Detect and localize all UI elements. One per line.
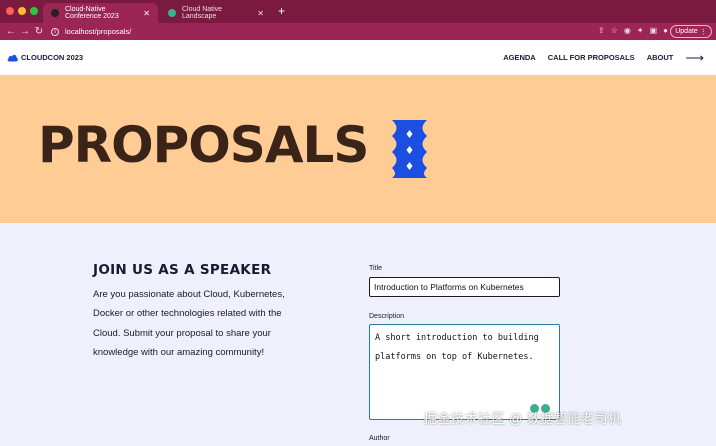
update-label: Update xyxy=(675,28,698,35)
cloud-icon xyxy=(7,54,18,61)
back-arrow-icon[interactable]: ← xyxy=(4,26,18,37)
description-label: Description xyxy=(369,313,405,320)
browser-tab-bar: Cloud-Native Conference 2023 ✕ Cloud Nat… xyxy=(0,0,716,23)
update-button[interactable]: Update ⋮ xyxy=(670,25,712,38)
maximize-window-button[interactable] xyxy=(30,7,38,15)
close-tab-icon[interactable]: ✕ xyxy=(143,9,150,18)
author-label: Author xyxy=(369,435,390,442)
main-nav: AGENDA CALL FOR PROPOSALS ABOUT ⟶ xyxy=(503,50,704,66)
url-text: localhost/proposals/ xyxy=(65,27,132,36)
speaker-section: JOIN US AS A SPEAKER Are you passionate … xyxy=(93,262,308,362)
speaker-description: Are you passionate about Cloud, Kubernet… xyxy=(93,289,285,358)
bookmark-star-icon[interactable]: ☆ xyxy=(611,26,618,35)
page-title: PROPOSALS xyxy=(38,116,369,174)
nav-about[interactable]: ABOUT xyxy=(647,53,674,62)
puzzle-icon[interactable]: ✦ xyxy=(637,26,644,35)
close-window-button[interactable] xyxy=(6,7,14,15)
nav-call-for-proposals[interactable]: CALL FOR PROPOSALS xyxy=(548,53,635,62)
title-label: Title xyxy=(369,265,382,272)
share-icon[interactable]: ⇪ xyxy=(598,26,605,35)
emblem-icon xyxy=(392,120,427,178)
site-info-icon[interactable]: i xyxy=(51,27,59,36)
browser-toolbar: ← → ↻ i localhost/proposals/ ⇪ ☆ ◉ ✦ ▣ ●… xyxy=(0,23,716,40)
tab-cloud-native-landscape[interactable]: Cloud Native Landscape ✕ xyxy=(160,3,272,23)
address-bar[interactable]: i localhost/proposals/ xyxy=(51,25,606,38)
tab-title: Cloud-Native Conference 2023 xyxy=(65,6,119,20)
arrow-right-icon[interactable]: ⟶ xyxy=(685,50,704,66)
toolbar-icons: ⇪ ☆ ◉ ✦ ▣ ● xyxy=(598,26,668,35)
reload-icon[interactable]: ↻ xyxy=(32,26,46,37)
profile-avatar-icon[interactable]: ● xyxy=(663,26,668,35)
landscape-favicon-icon xyxy=(168,9,176,17)
new-tab-plus-icon[interactable]: + xyxy=(278,4,285,18)
close-tab-icon[interactable]: ✕ xyxy=(257,9,264,18)
watermark-text: 掘金技术社区 @ 数据智能老司机 xyxy=(424,411,622,426)
tab-title: Cloud Native Landscape xyxy=(182,6,223,20)
hero-banner: PROPOSALS xyxy=(0,75,716,223)
site-logo[interactable]: CLOUDCON 2023 xyxy=(7,53,83,62)
title-input[interactable]: Introduction to Platforms on Kubernetes xyxy=(369,277,560,297)
site-header: CLOUDCON 2023 AGENDA CALL FOR PROPOSALS … xyxy=(0,40,716,75)
logo-text: CLOUDCON 2023 xyxy=(21,53,84,62)
extension-icon[interactable]: ◉ xyxy=(624,26,631,35)
sidebar-icon[interactable]: ▣ xyxy=(650,26,658,35)
triangle-favicon-icon xyxy=(51,9,59,17)
forward-arrow-icon[interactable]: → xyxy=(18,26,32,37)
speaker-heading: JOIN US AS A SPEAKER xyxy=(93,262,272,278)
tab-cloud-native-conference[interactable]: Cloud-Native Conference 2023 ✕ xyxy=(43,3,158,23)
minimize-window-button[interactable] xyxy=(18,7,26,15)
nav-agenda[interactable]: AGENDA xyxy=(503,53,536,62)
